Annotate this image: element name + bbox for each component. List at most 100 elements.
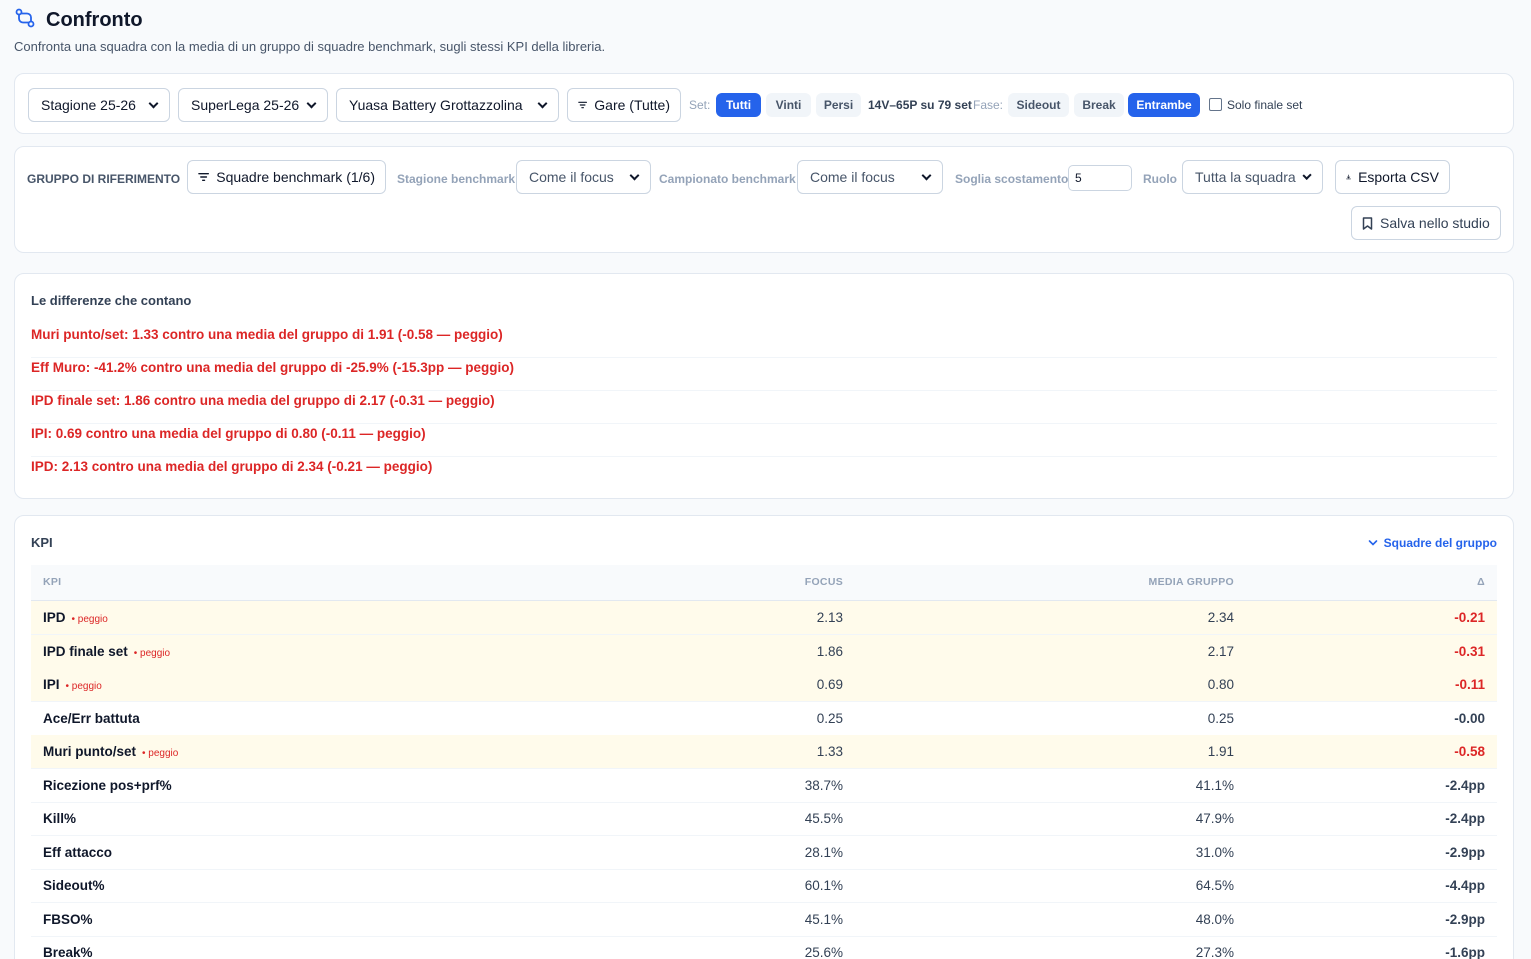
- set-option-persi[interactable]: Persi: [816, 93, 861, 117]
- kpi-focus-value: 60.1%: [804, 878, 843, 893]
- chevron-down-icon: [1368, 540, 1377, 546]
- table-row: IPD finale set • peggio 1.86 2.17 -0.31: [31, 634, 1497, 669]
- kpi-delta-value: -0.11: [1454, 677, 1485, 692]
- kpi-focus-value: 38.7%: [804, 777, 843, 793]
- league-select[interactable]: SuperLega 25-26: [178, 88, 328, 122]
- bookmark-icon: [1362, 216, 1373, 230]
- worse-tag: • peggio: [71, 614, 108, 625]
- chevron-down-icon: [921, 170, 932, 180]
- phase-option-break[interactable]: Break: [1074, 93, 1124, 117]
- table-row: IPI • peggio 0.69 0.80 -0.11: [31, 668, 1497, 702]
- kpi-delta-value: -4.4pp: [1445, 878, 1485, 893]
- kpi-table-header: KPI FOCUS MEDIA GRUPPO Δ: [31, 565, 1497, 601]
- role-label: Ruolo: [1143, 172, 1177, 186]
- kpi-focus-value: 2.13: [816, 610, 843, 625]
- kpi-group-value: 48.0%: [1195, 911, 1234, 927]
- kpi-focus-value: 45.5%: [804, 811, 843, 826]
- kpi-name: IPD • peggio: [43, 610, 108, 625]
- table-row: Ace/Err battuta 0.25 0.25 -0.00: [31, 702, 1497, 736]
- benchmark-group-label: GRUPPO DI RIFERIMENTO: [27, 172, 181, 186]
- matches-filter-button[interactable]: Gare (Tutte): [567, 88, 681, 122]
- set-label: Set:: [689, 98, 711, 112]
- chevron-down-icon: [1302, 170, 1312, 180]
- differences-title: Le differenze che contano: [31, 293, 192, 308]
- threshold-input[interactable]: [1068, 165, 1132, 191]
- set-option-vinti[interactable]: Vinti: [766, 93, 811, 117]
- filter-icon: [578, 101, 588, 109]
- kpi-delta-value: -2.4pp: [1445, 777, 1485, 793]
- table-row: Ricezione pos+prf% 38.7% 41.1% -2.4pp: [31, 769, 1497, 803]
- compare-icon: [14, 7, 36, 34]
- season-select[interactable]: Stagione 25-26: [28, 88, 170, 122]
- chevron-down-icon: [537, 98, 548, 108]
- save-to-studio-button[interactable]: Salva nello studio: [1351, 206, 1501, 240]
- download-icon: [1346, 174, 1351, 180]
- kpi-focus-value: 45.1%: [804, 911, 843, 927]
- difference-item: Muri punto/set: 1.33 contro una media de…: [31, 325, 1497, 358]
- table-row: Break% 25.6% 27.3% -1.6pp: [31, 936, 1497, 959]
- phase-label: Fase:: [973, 98, 1004, 112]
- phase-option-entrambe[interactable]: Entrambe: [1128, 93, 1200, 117]
- kpi-delta-value: -0.31: [1454, 643, 1485, 659]
- final-set-checkbox[interactable]: [1209, 98, 1222, 111]
- kpi-group-value: 27.3%: [1195, 945, 1234, 959]
- kpi-name: Eff attacco: [43, 844, 113, 860]
- benchmark-card: GRUPPO DI RIFERIMENTO Squadre benchmark …: [14, 146, 1514, 253]
- chevron-down-icon: [306, 98, 317, 108]
- export-csv-button[interactable]: Esporta CSV: [1335, 160, 1450, 194]
- difference-item: IPI: 0.69 contro una media del gruppo di…: [31, 424, 1497, 457]
- kpi-name: Ace/Err battuta: [43, 710, 140, 726]
- worse-tag: • peggio: [65, 681, 102, 692]
- kpi-name: Sideout%: [43, 878, 105, 893]
- table-row: FBSO% 45.1% 48.0% -2.9pp: [31, 903, 1497, 937]
- kpi-card: KPI Squadre del gruppo KPI FOCUS MEDIA G…: [14, 515, 1514, 959]
- kpi-title: KPI: [31, 535, 53, 550]
- kpi-group-value: 47.9%: [1195, 811, 1234, 826]
- page-header: Confronto: [14, 8, 143, 32]
- kpi-group-value: 2.17: [1207, 643, 1234, 659]
- table-row: Sideout% 60.1% 64.5% -4.4pp: [31, 869, 1497, 903]
- filters-card: Stagione 25-26 SuperLega 25-26 Yuasa Bat…: [14, 73, 1514, 134]
- column-header-kpi: KPI: [43, 576, 62, 588]
- difference-item: IPD: 2.13 contro una media del gruppo di…: [31, 459, 433, 474]
- table-row: Eff attacco 28.1% 31.0% -2.9pp: [31, 836, 1497, 870]
- set-record: 14V–65P su 79 set: [868, 98, 972, 112]
- benchmark-league-label: Campionato benchmark: [659, 172, 796, 186]
- kpi-name: FBSO%: [43, 911, 93, 927]
- kpi-group-value: 64.5%: [1195, 878, 1234, 893]
- chevron-down-icon: [148, 98, 159, 108]
- page-title: Confronto: [46, 8, 143, 31]
- final-set-label: Solo finale set: [1227, 98, 1303, 112]
- kpi-focus-value: 0.69: [816, 677, 843, 692]
- table-row: IPD • peggio 2.13 2.34 -0.21: [31, 601, 1497, 635]
- kpi-group-value: 31.0%: [1195, 844, 1234, 860]
- filter-icon: [198, 173, 210, 181]
- kpi-name: IPD finale set • peggio: [43, 643, 171, 659]
- benchmark-teams-button[interactable]: Squadre benchmark (1/6): [187, 160, 386, 194]
- differences-card: Le differenze che contano Muri punto/set…: [14, 273, 1514, 499]
- team-select[interactable]: Yuasa Battery Grottazzolina: [336, 88, 559, 122]
- kpi-name: Ricezione pos+prf%: [43, 777, 172, 793]
- table-row: Muri punto/set • peggio 1.33 1.91 -0.58: [31, 735, 1497, 769]
- column-header-focus: FOCUS: [804, 576, 843, 588]
- kpi-delta-value: -0.00: [1454, 710, 1485, 726]
- table-row: Kill% 45.5% 47.9% -2.4pp: [31, 802, 1497, 836]
- kpi-delta-value: -0.58: [1454, 744, 1485, 759]
- kpi-focus-value: 1.33: [816, 744, 843, 759]
- worse-tag: • peggio: [133, 647, 171, 659]
- kpi-group-value: 1.91: [1207, 744, 1234, 759]
- kpi-group-value: 0.80: [1207, 677, 1234, 692]
- worse-tag: • peggio: [142, 748, 179, 759]
- column-header-group: MEDIA GRUPPO: [1148, 576, 1234, 588]
- phase-option-sideout[interactable]: Sideout: [1008, 93, 1069, 117]
- role-select[interactable]: Tutta la squadra: [1182, 160, 1323, 194]
- set-option-tutti[interactable]: Tutti: [716, 93, 761, 117]
- kpi-group-value: 2.34: [1207, 610, 1234, 625]
- benchmark-league-select[interactable]: Come il focus: [797, 160, 943, 194]
- column-header-delta: Δ: [1477, 576, 1485, 588]
- difference-item: Eff Muro: -41.2% contro una media del gr…: [31, 358, 1497, 391]
- group-teams-toggle[interactable]: Squadre del gruppo: [1368, 536, 1497, 550]
- kpi-focus-value: 1.86: [816, 643, 843, 659]
- page-subtitle: Confronta una squadra con la media di un…: [14, 39, 606, 54]
- benchmark-season-select[interactable]: Come il focus: [516, 160, 651, 194]
